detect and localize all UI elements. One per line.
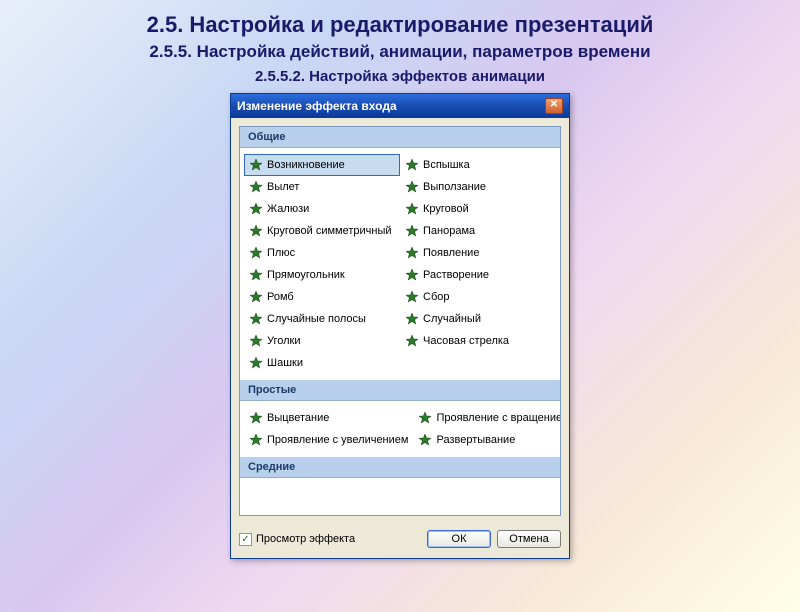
effect-item[interactable]: Возникновение <box>244 154 400 176</box>
star-icon <box>405 312 419 326</box>
star-icon <box>249 268 263 282</box>
star-icon <box>405 158 419 172</box>
star-icon <box>249 290 263 304</box>
effect-item[interactable]: Часовая стрелка <box>400 330 556 352</box>
cancel-button[interactable]: Отмена <box>497 530 561 548</box>
ok-button[interactable]: ОК <box>427 530 491 548</box>
star-icon <box>405 268 419 282</box>
group-header: Общие <box>240 127 560 148</box>
star-icon <box>249 180 263 194</box>
preview-label: Просмотр эффекта <box>256 533 355 545</box>
group-header: Простые <box>240 380 560 401</box>
effect-item[interactable]: Круговой <box>400 198 556 220</box>
star-icon <box>405 224 419 238</box>
effect-item[interactable]: Случайный <box>400 308 556 330</box>
effect-label: Проявление с увеличением <box>267 434 408 446</box>
effects-listbox[interactable]: Общие Возникновение Вспышка Вылет Выполз… <box>239 126 561 516</box>
effect-label: Плюс <box>267 247 295 259</box>
effect-label: Вспышка <box>423 159 470 171</box>
dialog-footer: ✓ Просмотр эффекта ОК Отмена <box>231 524 569 558</box>
star-icon <box>249 246 263 260</box>
star-icon <box>405 334 419 348</box>
star-icon <box>249 312 263 326</box>
effect-dialog: Изменение эффекта входа ✕ Общие Возникно… <box>230 93 570 559</box>
effect-item[interactable]: Проявление с вращением <box>413 407 561 429</box>
star-icon <box>405 290 419 304</box>
effect-item[interactable]: Сбор <box>400 286 556 308</box>
preview-checkbox[interactable]: ✓ <box>239 533 252 546</box>
effect-item[interactable]: Появление <box>400 242 556 264</box>
dialog-title: Изменение эффекта входа <box>237 99 397 113</box>
star-icon <box>405 202 419 216</box>
effect-label: Панорама <box>423 225 475 237</box>
star-icon <box>249 411 263 425</box>
effects-grid: Возникновение Вспышка Вылет Выползание Ж… <box>240 148 560 380</box>
effect-label: Появление <box>423 247 479 259</box>
effect-label: Шашки <box>267 357 303 369</box>
effect-label: Прямоугольник <box>267 269 345 281</box>
star-icon <box>249 202 263 216</box>
effect-item[interactable]: Растворение <box>400 264 556 286</box>
effect-label: Сбор <box>423 291 449 303</box>
effect-label: Растворение <box>423 269 489 281</box>
star-icon <box>405 246 419 260</box>
effect-item[interactable]: Уголки <box>244 330 400 352</box>
effect-item[interactable]: Развертывание <box>413 429 561 451</box>
effect-label: Уголки <box>267 335 301 347</box>
effect-item[interactable]: Ромб <box>244 286 400 308</box>
star-icon <box>418 433 432 447</box>
effect-label: Возникновение <box>267 159 345 171</box>
dialog-titlebar[interactable]: Изменение эффекта входа ✕ <box>231 94 569 118</box>
effect-label: Выползание <box>423 181 486 193</box>
star-icon <box>249 334 263 348</box>
effect-label: Ромб <box>267 291 294 303</box>
effects-grid: Выцветание Проявление с вращением Проявл… <box>240 401 560 457</box>
effect-item[interactable]: Вспышка <box>400 154 556 176</box>
effect-label: Вылет <box>267 181 299 193</box>
effect-item[interactable]: Выползание <box>400 176 556 198</box>
star-icon <box>249 433 263 447</box>
effect-item[interactable]: Круговой симметричный <box>244 220 400 242</box>
effect-label: Жалюзи <box>267 203 309 215</box>
effect-item[interactable]: Плюс <box>244 242 400 264</box>
effect-item[interactable]: Прямоугольник <box>244 264 400 286</box>
close-button[interactable]: ✕ <box>545 98 563 114</box>
effect-item[interactable]: Панорама <box>400 220 556 242</box>
effect-label: Круговой <box>423 203 469 215</box>
star-icon <box>249 158 263 172</box>
effect-item[interactable]: Шашки <box>244 352 400 374</box>
effect-label: Случайный <box>423 313 481 325</box>
effect-item[interactable]: Вылет <box>244 176 400 198</box>
effect-label: Проявление с вращением <box>436 412 561 424</box>
star-icon <box>249 356 263 370</box>
effect-label: Выцветание <box>267 412 329 424</box>
effect-item[interactable]: Проявление с увеличением <box>244 429 413 451</box>
preview-checkbox-wrap[interactable]: ✓ Просмотр эффекта <box>239 533 421 546</box>
slide-subtitle-2: 2.5.5.2. Настройка эффектов анимации <box>0 68 800 85</box>
group-header: Средние <box>240 457 560 478</box>
effect-label: Развертывание <box>436 434 515 446</box>
effect-label: Круговой симметричный <box>267 225 392 237</box>
star-icon <box>418 411 432 425</box>
star-icon <box>249 224 263 238</box>
effect-label: Часовая стрелка <box>423 335 509 347</box>
star-icon <box>405 180 419 194</box>
effect-item[interactable]: Случайные полосы <box>244 308 400 330</box>
effect-item[interactable]: Жалюзи <box>244 198 400 220</box>
effect-label: Случайные полосы <box>267 313 366 325</box>
effect-item[interactable]: Выцветание <box>244 407 413 429</box>
slide-title: 2.5. Настройка и редактирование презента… <box>0 12 800 38</box>
slide-subtitle-1: 2.5.5. Настройка действий, анимации, пар… <box>0 42 800 62</box>
